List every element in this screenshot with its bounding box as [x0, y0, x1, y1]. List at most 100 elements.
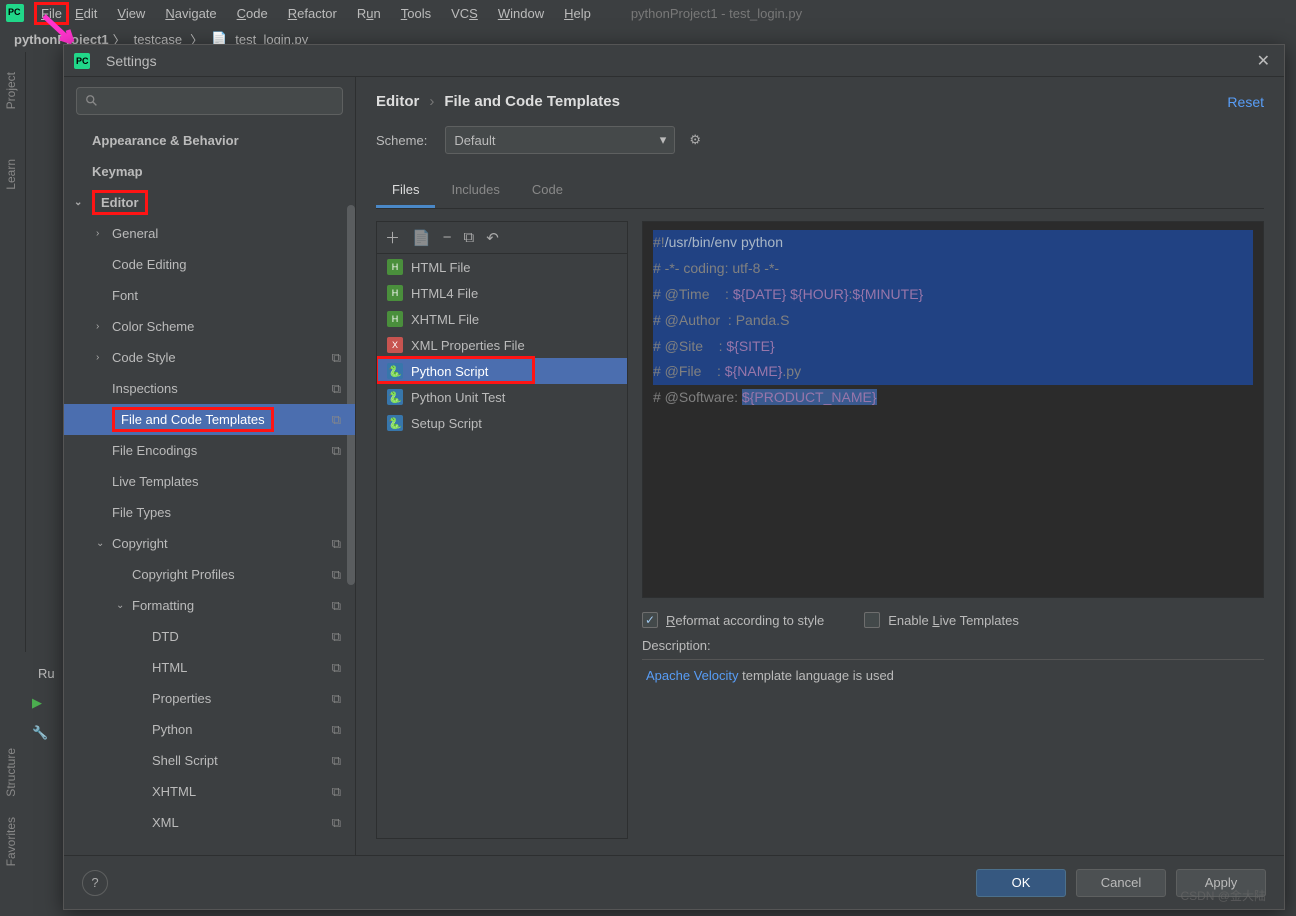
tree-item-file-types[interactable]: File Types — [64, 497, 355, 528]
template-list[interactable]: HHTML FileHHTML4 FileHXHTML FileXXML Pro… — [377, 254, 627, 838]
tree-item-live-templates[interactable]: Live Templates — [64, 466, 355, 497]
tree-item-editor[interactable]: ⌄Editor — [64, 187, 355, 218]
undo-icon[interactable]: ↶ — [486, 229, 499, 247]
tree-item-code-style[interactable]: ›Code Style⧉ — [64, 342, 355, 373]
add-icon[interactable]: ＋ — [385, 227, 400, 248]
tree-item-copyright-profiles[interactable]: Copyright Profiles⧉ — [64, 559, 355, 590]
dialog-title: Settings — [106, 53, 157, 69]
tree-item-html[interactable]: HTML⧉ — [64, 652, 355, 683]
template-list-panel: ＋ 📄 − ⧉ ↶ HHTML FileHHTML4 FileHXHTML Fi… — [376, 221, 628, 839]
reset-link[interactable]: Reset — [1227, 94, 1264, 110]
menu-view[interactable]: View — [107, 2, 155, 25]
copy-icon: ⧉ — [332, 753, 341, 769]
settings-content: Editor›File and Code Templates Reset Sch… — [356, 77, 1284, 855]
help-button[interactable]: ? — [82, 870, 108, 896]
template-python-script[interactable]: Python Script — [377, 358, 627, 384]
path-root[interactable]: Editor — [376, 93, 419, 110]
tab-files[interactable]: Files — [376, 174, 435, 208]
menu-navigate[interactable]: Navigate — [155, 2, 226, 25]
search-icon — [85, 94, 99, 108]
copy-icon: ⧉ — [332, 536, 341, 552]
tree-item-xhtml[interactable]: XHTML⧉ — [64, 776, 355, 807]
tree-item-xml[interactable]: XML⧉ — [64, 807, 355, 838]
template-editor[interactable]: #!/usr/bin/env python # -*- coding: utf-… — [642, 221, 1264, 598]
chevron-down-icon: ⌄ — [116, 600, 124, 611]
tab-code[interactable]: Code — [516, 174, 579, 208]
chevron-down-icon: ⌄ — [74, 197, 82, 208]
gear-icon[interactable]: ⚙ — [689, 132, 701, 148]
tree-item-file-encodings[interactable]: File Encodings⧉ — [64, 435, 355, 466]
tree-item-keymap[interactable]: Keymap — [64, 156, 355, 187]
tree-item-code-editing[interactable]: Code Editing — [64, 249, 355, 280]
tab-includes[interactable]: Includes — [435, 174, 515, 208]
enable-live-checkbox[interactable]: Enable Live Templates — [864, 612, 1019, 628]
tree-item-copyright[interactable]: ⌄Copyright⧉ — [64, 528, 355, 559]
settings-sidebar: Appearance & BehaviorKeymap⌄Editor›Gener… — [64, 77, 356, 855]
menu-tools[interactable]: Tools — [391, 2, 441, 25]
file-icon: H — [387, 259, 403, 275]
copy-icon: ⧉ — [332, 412, 341, 428]
file-icon: H — [387, 311, 403, 327]
ok-button[interactable]: OK — [976, 869, 1066, 897]
copy-icon: ⧉ — [332, 443, 341, 459]
tree-item-python[interactable]: Python⧉ — [64, 714, 355, 745]
velocity-link[interactable]: Apache Velocity — [646, 668, 739, 683]
cancel-button[interactable]: Cancel — [1076, 869, 1166, 897]
chevron-right-icon: › — [96, 352, 99, 363]
tab-favorites[interactable]: Favorites — [0, 807, 22, 876]
tree-item-inspections[interactable]: Inspections⧉ — [64, 373, 355, 404]
menu-refactor[interactable]: Refactor — [278, 2, 347, 25]
tree-item-general[interactable]: ›General — [64, 218, 355, 249]
run-icon[interactable]: ▶ — [32, 695, 42, 711]
file-icon — [387, 415, 403, 431]
tab-project[interactable]: Project — [0, 62, 22, 119]
description-box: Apache Velocity template language is use… — [642, 659, 1264, 839]
dialog-pycharm-icon — [74, 53, 90, 69]
tree-item-properties[interactable]: Properties⧉ — [64, 683, 355, 714]
chevron-down-icon: ⌄ — [96, 538, 104, 549]
template-xhtml-file[interactable]: HXHTML File — [377, 306, 627, 332]
tree-item-formatting[interactable]: ⌄Formatting⧉ — [64, 590, 355, 621]
tab-learn[interactable]: Learn — [0, 149, 22, 200]
menu-help[interactable]: Help — [554, 2, 601, 25]
tree-item-font[interactable]: Font — [64, 280, 355, 311]
window-title: pythonProject1 - test_login.py — [601, 6, 802, 21]
tree-item-color-scheme[interactable]: ›Color Scheme — [64, 311, 355, 342]
menu-code[interactable]: Code — [227, 2, 278, 25]
copy-icon: ⧉ — [332, 629, 341, 645]
remove-icon[interactable]: − — [443, 229, 452, 246]
menu-bar: File Edit View Navigate Code Refactor Ru… — [0, 0, 1296, 26]
pycharm-icon — [6, 4, 24, 22]
copy-icon: ⧉ — [332, 815, 341, 831]
settings-tree[interactable]: Appearance & BehaviorKeymap⌄Editor›Gener… — [64, 125, 355, 855]
description-label: Description: — [642, 638, 1264, 653]
tab-structure[interactable]: Structure — [0, 738, 22, 807]
path-leaf: File and Code Templates — [444, 93, 620, 110]
tree-item-file-and-code-templates[interactable]: File and Code Templates⧉ — [64, 404, 355, 435]
copy-icon[interactable]: ⧉ — [463, 229, 474, 246]
copy-icon: ⧉ — [332, 350, 341, 366]
tree-item-appearance-behavior[interactable]: Appearance & Behavior — [64, 125, 355, 156]
menu-window[interactable]: Window — [488, 2, 554, 25]
scheme-select[interactable]: Default ▾ — [445, 126, 675, 154]
chevron-down-icon: ▾ — [660, 132, 667, 148]
menu-run[interactable]: Run — [347, 2, 391, 25]
file-icon: H — [387, 285, 403, 301]
scheme-label: Scheme: — [376, 133, 427, 148]
template-python-unit-test[interactable]: Python Unit Test — [377, 384, 627, 410]
menu-vcs[interactable]: VCS — [441, 2, 488, 25]
chevron-right-icon: › — [96, 321, 99, 332]
tree-item-shell-script[interactable]: Shell Script⧉ — [64, 745, 355, 776]
close-icon[interactable]: ✕ — [1253, 47, 1274, 75]
copyfile-icon[interactable]: 📄 — [412, 229, 431, 247]
reformat-checkbox[interactable]: ✓Reformat according to style — [642, 612, 824, 628]
tree-item-dtd[interactable]: DTD⧉ — [64, 621, 355, 652]
template-xml-properties-file[interactable]: XXML Properties File — [377, 332, 627, 358]
run-label[interactable]: Ru — [26, 660, 67, 687]
template-html-file[interactable]: HHTML File — [377, 254, 627, 280]
search-input[interactable] — [76, 87, 343, 115]
copy-icon: ⧉ — [332, 381, 341, 397]
template-html4-file[interactable]: HHTML4 File — [377, 280, 627, 306]
template-setup-script[interactable]: Setup Script — [377, 410, 627, 436]
wrench-icon[interactable]: 🔧 — [32, 725, 48, 741]
